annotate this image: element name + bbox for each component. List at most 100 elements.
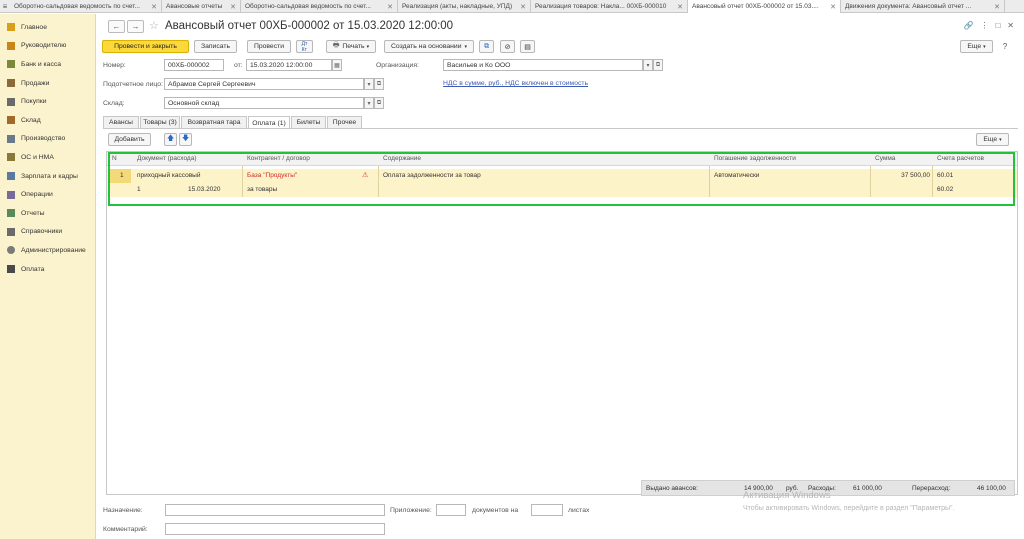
warehouse-field[interactable]: Основной склад xyxy=(164,97,364,109)
chart-icon xyxy=(7,41,15,50)
org-open-button[interactable]: ⧉ xyxy=(653,59,663,71)
close-icon[interactable]: ✕ xyxy=(151,3,157,11)
document-form: ← → ☆ Авансовый отчет 00ХБ-000002 от 15.… xyxy=(97,14,1024,539)
table-more-button[interactable]: Еще ▾ xyxy=(976,133,1009,146)
tab-advance-report-doc[interactable]: Авансовый отчет 00ХБ-000002 от 15.03....… xyxy=(688,0,841,13)
people-icon xyxy=(7,172,15,181)
sheets-count-field[interactable] xyxy=(531,504,563,516)
purpose-field[interactable] xyxy=(165,504,385,516)
post-and-close-button[interactable]: Провести и закрыть xyxy=(102,40,189,53)
close-icon[interactable]: ✕ xyxy=(230,3,236,11)
calendar-button[interactable]: ▦ xyxy=(332,59,342,71)
date-field[interactable]: 15.03.2020 12:00:00 xyxy=(246,59,332,71)
sidebar-item-label: Продажи xyxy=(21,79,50,87)
sidebar-item-label: Руководителю xyxy=(21,42,67,50)
org-dropdown-button[interactable]: ▾ xyxy=(643,59,653,71)
overspend-value: 46 100,00 xyxy=(977,485,1006,492)
sidebar-item-assets[interactable]: ОС и НМА xyxy=(0,148,95,167)
move-up-button[interactable]: 🡅 xyxy=(164,133,177,146)
close-icon[interactable]: ✕ xyxy=(994,3,1000,11)
print-button[interactable]: 🖶 Печать ▾ xyxy=(326,40,376,53)
close-icon[interactable]: ✕ xyxy=(520,3,526,11)
sidebar: Главное Руководителю Банк и касса Продаж… xyxy=(0,14,96,539)
window-tabbar: ≡ Оборотно-сальдовая ведомость по счет..… xyxy=(0,0,1024,13)
warehouse-dropdown-button[interactable]: ▾ xyxy=(364,97,374,109)
comment-field[interactable] xyxy=(165,523,385,535)
tab-tickets[interactable]: Билеты xyxy=(291,116,326,128)
dt-kt-button[interactable]: Дт Кт xyxy=(296,40,313,53)
more-button[interactable]: Еще ▾ xyxy=(960,40,993,53)
person-dropdown-button[interactable]: ▾ xyxy=(364,78,374,90)
sidebar-item-admin[interactable]: Администрирование xyxy=(0,241,95,260)
sidebar-item-manager[interactable]: Руководителю xyxy=(0,37,95,56)
sidebar-item-label: ОС и НМА xyxy=(21,153,54,161)
menu-icon[interactable]: ≡ xyxy=(0,0,10,13)
more-vert-icon[interactable]: ⋮ xyxy=(980,21,988,30)
number-field[interactable]: 00ХБ-000002 xyxy=(164,59,224,71)
accountable-person-field[interactable]: Абрамов Сергей Сергеевич xyxy=(164,78,364,90)
tab-osv-2[interactable]: Оборотно-сальдовая ведомость по счет... ✕ xyxy=(241,0,398,13)
page-title: Авансовый отчет 00ХБ-000002 от 15.03.202… xyxy=(165,20,454,32)
highlight-frame xyxy=(108,152,1015,206)
tab-returnable-packaging[interactable]: Возвратная тара xyxy=(181,116,247,128)
sidebar-item-label: Зарплата и кадры xyxy=(21,172,78,180)
close-icon[interactable]: ✕ xyxy=(387,3,393,11)
create-based-button[interactable]: Создать на основании ▾ xyxy=(384,40,474,53)
add-row-button[interactable]: Добавить xyxy=(108,133,151,146)
sidebar-item-production[interactable]: Производство xyxy=(0,130,95,149)
tab-other[interactable]: Прочее xyxy=(327,116,362,128)
person-open-button[interactable]: ⧉ xyxy=(374,78,384,90)
close-icon[interactable]: ✕ xyxy=(830,3,836,11)
sidebar-item-label: Покупки xyxy=(21,98,47,106)
star-icon[interactable]: ☆ xyxy=(149,19,159,32)
close-icon[interactable]: ✕ xyxy=(1007,21,1014,30)
sidebar-item-main[interactable]: Главное xyxy=(0,18,95,37)
close-icon[interactable]: ✕ xyxy=(677,3,683,11)
warehouse-open-button[interactable]: ⧉ xyxy=(374,97,384,109)
tab-goods[interactable]: Товары (3) xyxy=(140,116,180,128)
sidebar-item-operations[interactable]: Операции xyxy=(0,185,95,204)
sidebar-item-salary[interactable]: Зарплата и кадры xyxy=(0,167,95,186)
sidebar-item-purchases[interactable]: Покупки xyxy=(0,92,95,111)
forward-button[interactable]: → xyxy=(127,20,144,33)
attach-button[interactable]: ⊘ xyxy=(500,40,515,53)
sidebar-item-bank[interactable]: Банк и касса xyxy=(0,55,95,74)
back-button[interactable]: ← xyxy=(108,20,125,33)
advance-label: Выдано авансов: xyxy=(646,485,698,492)
overspend-label: Перерасход: xyxy=(912,485,951,492)
tab-sales[interactable]: Реализация (акты, накладные, УПД) ✕ xyxy=(398,0,531,13)
structure-button[interactable]: ⧉ xyxy=(479,40,494,53)
tab-sales-invoice[interactable]: Реализация товаров: Накла... 00ХБ-000010… xyxy=(531,0,688,13)
list-button[interactable]: ▤ xyxy=(520,40,535,53)
person-label: Подотчетное лицо: xyxy=(103,81,163,88)
maximize-icon[interactable]: □ xyxy=(995,21,1000,30)
help-button[interactable]: ? xyxy=(998,40,1012,53)
operations-icon xyxy=(7,190,15,199)
report-icon xyxy=(7,209,15,218)
tab-doc-movements[interactable]: Движения документа: Авансовый отчет ... ✕ xyxy=(841,0,1005,13)
warehouse-label: Склад: xyxy=(103,100,125,107)
chevron-down-icon: ▾ xyxy=(999,136,1002,143)
sidebar-item-payment[interactable]: Оплата xyxy=(0,260,95,279)
sidebar-item-warehouse[interactable]: Склад xyxy=(0,111,95,130)
chevron-down-icon: ▾ xyxy=(464,43,468,50)
link-icon[interactable]: 🔗 xyxy=(963,21,973,30)
sidebar-item-sales[interactable]: Продажи xyxy=(0,74,95,93)
windows-watermark-text: Чтобы активировать Windows, перейдите в … xyxy=(743,505,955,512)
organization-field[interactable]: Васильев и Ко ООО xyxy=(443,59,643,71)
post-button[interactable]: Провести xyxy=(247,40,291,53)
tab-osv-1[interactable]: Оборотно-сальдовая ведомость по счет... ✕ xyxy=(10,0,162,13)
sidebar-item-reports[interactable]: Отчеты xyxy=(0,204,95,223)
sidebar-item-label: Склад xyxy=(21,116,41,124)
sidebar-item-references[interactable]: Справочники xyxy=(0,223,95,242)
attachment-count-field[interactable] xyxy=(436,504,466,516)
save-button[interactable]: Записать xyxy=(194,40,237,53)
factory-icon xyxy=(7,134,15,143)
warehouse-icon xyxy=(7,116,15,125)
vat-link[interactable]: НДС в сумме, руб., НДС включен в стоимос… xyxy=(443,80,588,87)
tab-advances[interactable]: Авансы xyxy=(103,116,139,128)
move-down-button[interactable]: 🡇 xyxy=(179,133,192,146)
tab-advance-reports[interactable]: Авансовые отчеты ✕ xyxy=(162,0,241,13)
sidebar-item-label: Справочники xyxy=(21,228,63,236)
tab-label: Реализация товаров: Накла... 00ХБ-000010 xyxy=(535,3,667,10)
